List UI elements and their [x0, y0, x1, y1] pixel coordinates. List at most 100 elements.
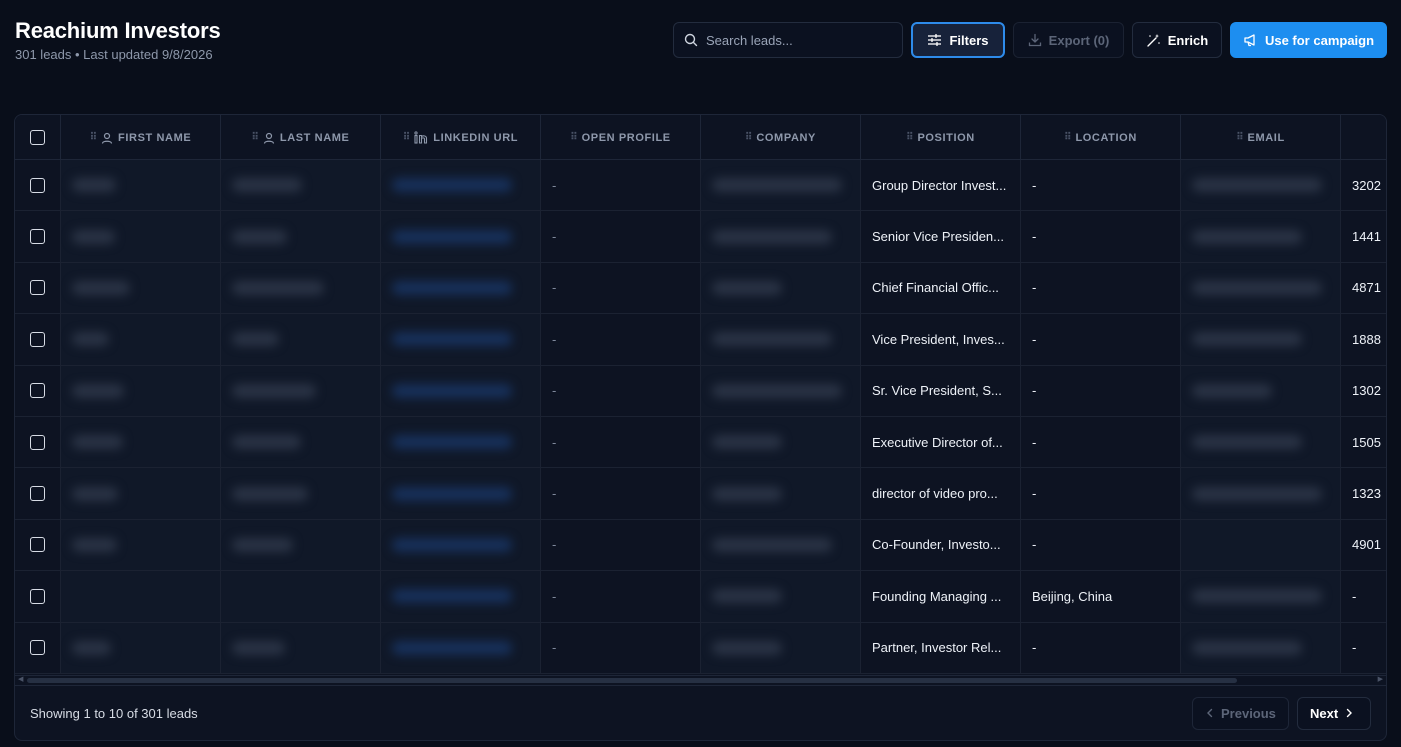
select-all-checkbox[interactable]: [30, 130, 45, 145]
column-header-last-name[interactable]: ⠿ LAST NAME: [221, 115, 381, 160]
row-checkbox[interactable]: [30, 331, 45, 347]
position-cell: Vice President, Inves...: [861, 314, 1021, 365]
table-row[interactable]: - Vice President, Inves... -1888: [15, 314, 1386, 366]
search-input[interactable]: [706, 32, 886, 48]
row-checkbox[interactable]: [30, 640, 45, 656]
column-header-company[interactable]: ⠿ COMPANY: [701, 115, 861, 160]
row-checkbox[interactable]: [30, 537, 45, 553]
row-checkbox[interactable]: [30, 229, 45, 245]
row-checkbox[interactable]: [30, 434, 45, 450]
table-row[interactable]: - Co-Founder, Investo... -4901: [15, 519, 1386, 572]
linkedin-url-cell[interactable]: [381, 211, 541, 262]
redacted-text: [232, 486, 308, 501]
linkedin-url-cell[interactable]: [381, 365, 541, 416]
redacted-text: [712, 486, 782, 501]
table-row[interactable]: - Founding Managing ... Beijing, China -: [15, 571, 1386, 623]
table-row[interactable]: - Chief Financial Offic... -4871: [15, 262, 1386, 315]
column-label: LOCATION: [1075, 131, 1137, 144]
last-name-cell: [221, 622, 381, 673]
export-button[interactable]: Export (0): [1013, 22, 1124, 58]
first-name-cell: [61, 416, 221, 468]
drag-handle-icon[interactable]: ⠿: [1236, 132, 1243, 143]
redacted-text: [232, 178, 302, 193]
use-for-campaign-button[interactable]: Use for campaign: [1230, 22, 1387, 58]
linkedin-url-cell[interactable]: [381, 622, 541, 673]
column-header-position[interactable]: ⠿ POSITION: [861, 115, 1021, 160]
linkedin-url-cell[interactable]: [381, 571, 541, 622]
row-checkbox[interactable]: [30, 486, 45, 502]
redacted-text: [1192, 280, 1322, 295]
table-row[interactable]: - Sr. Vice President, S... -1302: [15, 365, 1386, 417]
extra-column-cell: 4901: [1341, 520, 1386, 570]
drag-handle-icon[interactable]: ⠿: [570, 132, 577, 143]
column-header-linkedin-url[interactable]: ⠿ LINKEDIN URL: [381, 115, 541, 160]
redacted-text: [1192, 640, 1302, 655]
next-page-button[interactable]: Next: [1297, 696, 1371, 730]
first-name-cell: [61, 262, 221, 314]
column-label: LAST NAME: [279, 131, 350, 144]
scroll-left-icon[interactable]: ◀: [18, 675, 23, 683]
open-profile-cell: -: [541, 160, 701, 211]
location-cell: -: [1021, 262, 1181, 314]
table-row[interactable]: - director of video pro... -1323: [15, 468, 1386, 520]
redacted-link: [392, 178, 512, 193]
row-select-cell: [15, 262, 61, 314]
drag-handle-icon[interactable]: ⠿: [906, 132, 913, 143]
position-cell: Executive Director of...: [861, 416, 1021, 468]
drag-handle-icon[interactable]: ⠿: [745, 132, 752, 143]
linkedin-url-cell[interactable]: [381, 416, 541, 468]
extra-column-cell: 1302: [1341, 366, 1386, 416]
page-header: Reachium Investors 301 leads • Last upda…: [0, 0, 1401, 90]
row-select-cell: [15, 571, 61, 622]
linkedin-url-cell[interactable]: [381, 262, 541, 314]
scrollbar-thumb[interactable]: [27, 678, 1237, 683]
open-profile-cell: -: [541, 519, 701, 571]
previous-page-button[interactable]: Previous: [1192, 696, 1289, 730]
search-box[interactable]: [673, 22, 903, 58]
table-header: ⠿ FIRST NAME ⠿ LAST NAME ⠿ LINKEDIN URL …: [15, 115, 1386, 160]
row-checkbox[interactable]: [30, 177, 45, 193]
table-scroll-area[interactable]: ⠿ FIRST NAME ⠿ LAST NAME ⠿ LINKEDIN URL …: [15, 115, 1386, 675]
extra-column-cell: 1505: [1341, 417, 1386, 467]
drag-handle-icon[interactable]: ⠿: [90, 132, 97, 143]
company-cell: [701, 622, 861, 673]
table-row[interactable]: - Executive Director of... -1505: [15, 416, 1386, 469]
next-label: Next: [1310, 705, 1339, 721]
last-name-cell: [221, 571, 381, 622]
redacted-text: [712, 589, 782, 604]
open-profile-cell: -: [541, 571, 701, 622]
column-header-location[interactable]: ⠿ LOCATION: [1021, 115, 1181, 160]
page-subtitle: 301 leads • Last updated 9/8/2026: [15, 47, 213, 62]
redacted-text: [72, 640, 111, 655]
linkedin-url-cell[interactable]: [381, 519, 541, 571]
linkedin-url-cell[interactable]: [381, 468, 541, 519]
last-name-cell: [221, 416, 381, 468]
table-footer: Showing 1 to 10 of 301 leads Previous Ne…: [15, 685, 1386, 740]
linkedin-url-cell[interactable]: [381, 160, 541, 211]
linkedin-url-cell[interactable]: [381, 314, 541, 365]
first-name-cell: [61, 365, 221, 416]
email-cell: [1181, 519, 1341, 571]
horizontal-scrollbar[interactable]: ◀ ▶: [15, 675, 1386, 685]
first-name-cell: [61, 622, 221, 673]
drag-handle-icon[interactable]: ⠿: [403, 132, 410, 143]
table-row[interactable]: - Partner, Investor Rel... - -: [15, 622, 1386, 674]
drag-handle-icon[interactable]: ⠿: [1064, 132, 1071, 143]
redacted-text: [72, 280, 130, 295]
open-profile-cell: -: [541, 416, 701, 468]
row-checkbox[interactable]: [30, 280, 45, 296]
column-header-email[interactable]: ⠿ EMAIL: [1181, 115, 1341, 160]
extra-column-cell: 4871: [1341, 263, 1386, 313]
sliders-icon: [927, 33, 942, 47]
scroll-right-icon[interactable]: ▶: [1378, 675, 1383, 683]
filters-button[interactable]: Filters: [911, 22, 1005, 58]
column-header-first-name[interactable]: ⠿ FIRST NAME: [61, 115, 221, 160]
column-header-open-profile[interactable]: ⠿ OPEN PROFILE: [541, 115, 701, 160]
enrich-button[interactable]: Enrich: [1132, 22, 1222, 58]
table-row[interactable]: - Senior Vice Presiden... -1441: [15, 211, 1386, 263]
row-checkbox[interactable]: [30, 588, 45, 604]
megaphone-icon: [1243, 33, 1258, 47]
row-checkbox[interactable]: [30, 383, 45, 399]
drag-handle-icon[interactable]: ⠿: [252, 132, 259, 143]
table-row[interactable]: - Group Director Invest... -3202: [15, 160, 1386, 212]
